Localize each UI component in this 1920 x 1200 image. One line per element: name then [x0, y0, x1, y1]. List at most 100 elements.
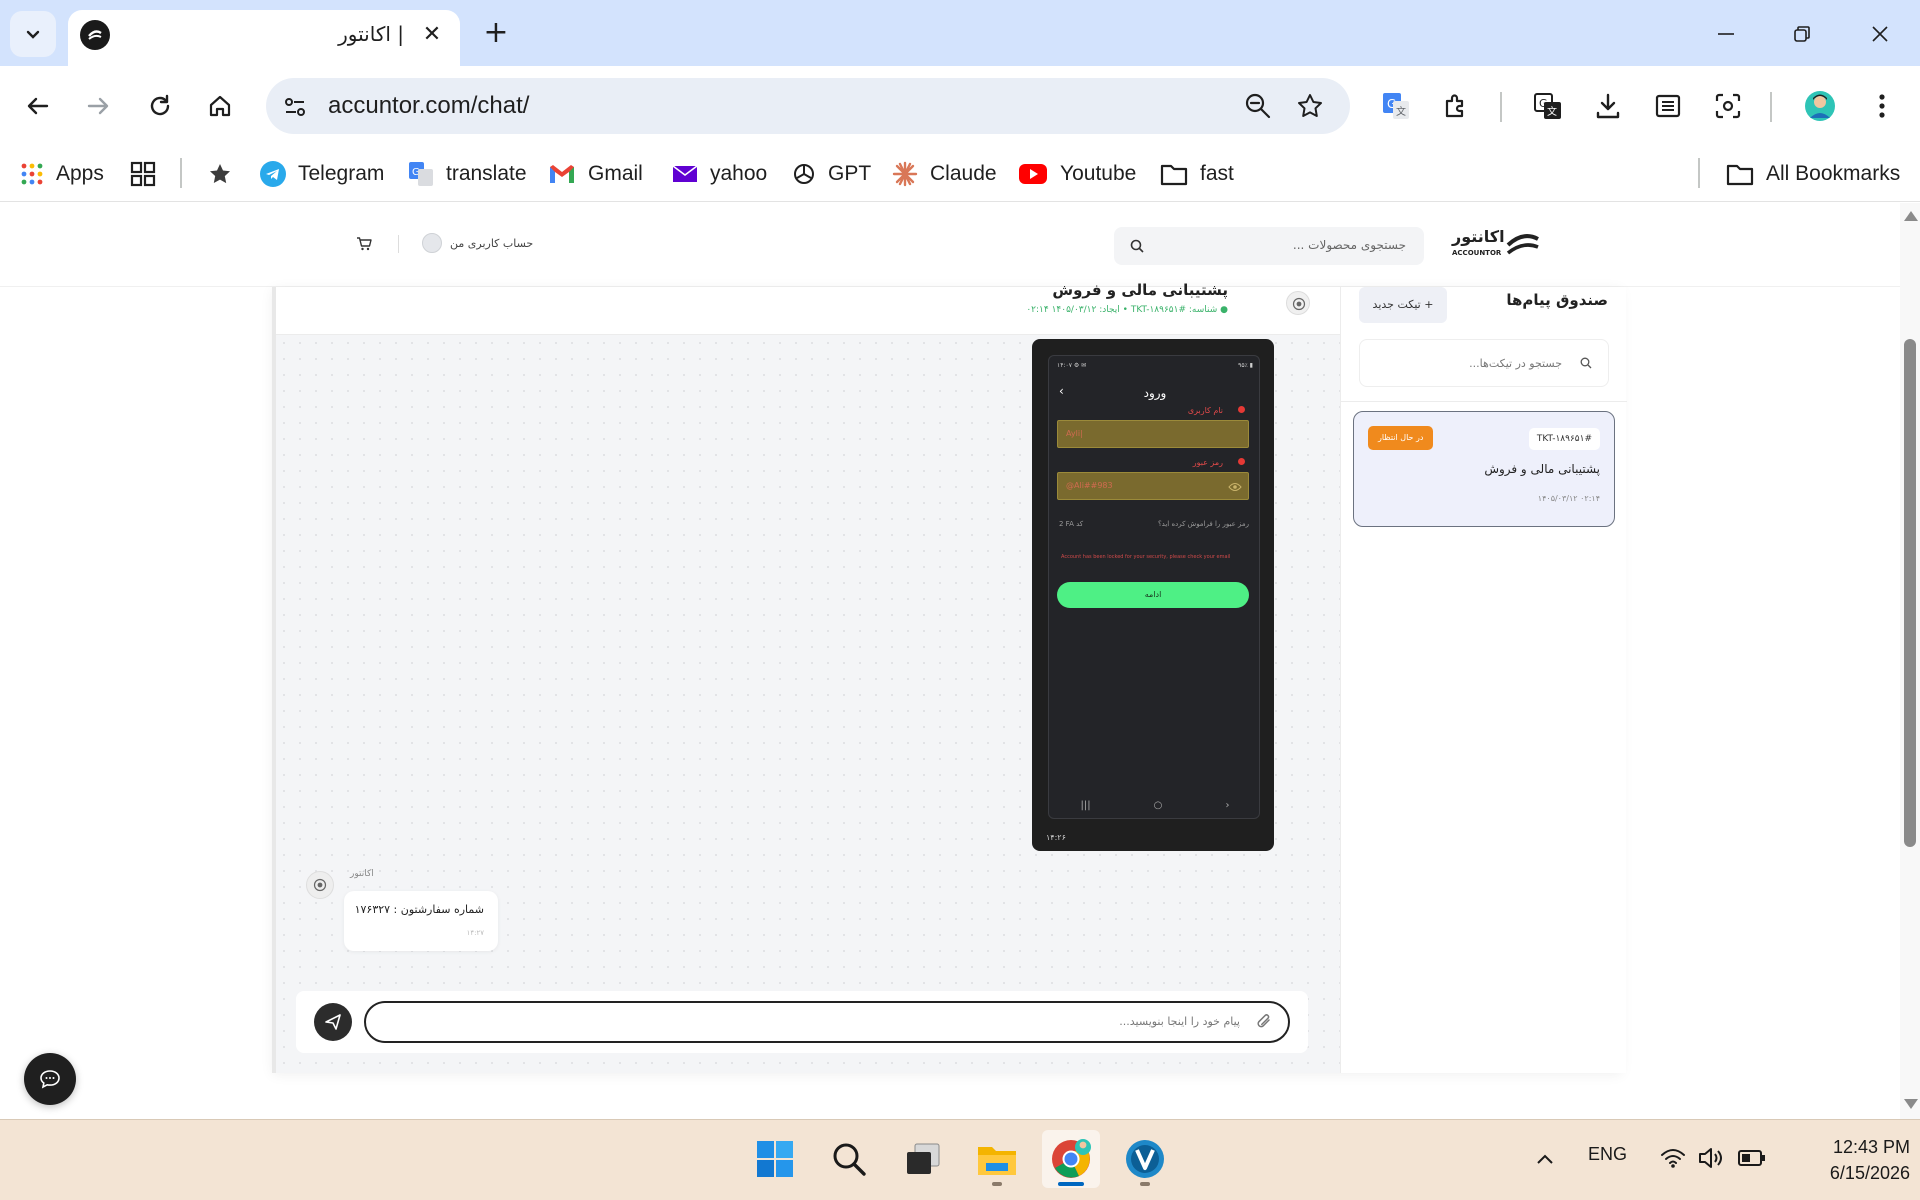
ticket-search-placeholder: جستجو در تیکت‌ها...	[1469, 357, 1562, 370]
message-composer: پیام خود را اینجا بنویسید...	[296, 991, 1308, 1053]
bookmark-translate[interactable]: G translate	[408, 156, 527, 192]
phone-continue-button: ادامه	[1057, 582, 1249, 608]
reading-list-icon	[1655, 94, 1681, 118]
ticket-id: TKT-۱۸۹۶۵۱#	[1528, 428, 1600, 450]
bookmark-apps[interactable]: Apps	[20, 156, 104, 192]
bookmark-folder-fast[interactable]: fast	[1160, 156, 1234, 192]
chrome-menu-button[interactable]	[1862, 86, 1902, 126]
ticket-subject: پشتیبانی مالی و فروش	[1484, 462, 1600, 476]
scroll-down-arrow-icon[interactable]	[1904, 1099, 1918, 1109]
chrome-taskbar-button[interactable]	[1042, 1130, 1100, 1188]
taskbar-search-button[interactable]	[820, 1130, 878, 1188]
floating-chat-button[interactable]	[24, 1053, 76, 1105]
chat-title: پشتیبانی مالی و فروش	[1052, 281, 1228, 299]
show-hidden-icons-chevron-icon[interactable]	[1536, 1152, 1554, 1166]
bookmark-star-icon[interactable]	[1296, 92, 1324, 120]
chat-bubble-icon	[40, 1070, 60, 1089]
phone-status-bar: ۱۴:۰۷ ⚙ ✉ ۹۵٪ ▮	[1057, 362, 1253, 372]
profile-button[interactable]	[1800, 86, 1840, 126]
svg-text:文: 文	[1396, 105, 1406, 118]
site-info-icon[interactable]	[282, 94, 308, 120]
account-menu[interactable]: حساب کاربری من	[422, 233, 533, 253]
bookmark-yahoo[interactable]: yahoo	[672, 156, 767, 192]
lens-button[interactable]	[1708, 86, 1748, 126]
tab-search-button[interactable]	[10, 11, 56, 57]
all-bookmarks-button[interactable]: All Bookmarks	[1726, 156, 1900, 192]
google-translate-extension[interactable]: G文	[1376, 86, 1416, 126]
start-button[interactable]	[746, 1130, 804, 1188]
folder-icon	[1160, 164, 1188, 186]
home-icon	[209, 95, 231, 117]
site-logo[interactable]: اکانتور ACCOUNTOR	[1450, 225, 1540, 265]
reload-button[interactable]	[140, 86, 180, 126]
home-circle-icon: ○	[1153, 800, 1163, 811]
send-button[interactable]	[314, 1003, 352, 1041]
url-text[interactable]: accuntor.com/chat/	[328, 92, 529, 120]
battery-icon[interactable]	[1738, 1148, 1766, 1168]
arrow-right-icon	[87, 97, 109, 115]
system-clock[interactable]: 12:43 PM 6/15/2026	[1770, 1134, 1910, 1186]
message-input[interactable]: پیام خود را اینجا بنویسید...	[364, 1001, 1290, 1043]
volume-icon[interactable]	[1698, 1146, 1724, 1170]
header-divider	[398, 235, 399, 253]
phone-status-left: ۱۴:۰۷ ⚙ ✉	[1057, 362, 1087, 369]
app-v-taskbar-button[interactable]	[1116, 1130, 1174, 1188]
address-bar[interactable]: accuntor.com/chat/	[266, 78, 1350, 134]
scroll-up-arrow-icon[interactable]	[1904, 211, 1918, 221]
wifi-icon[interactable]	[1660, 1146, 1686, 1170]
send-icon	[325, 1014, 341, 1030]
restore-button[interactable]	[1780, 14, 1824, 54]
ticket-search-input[interactable]: جستجو در تیکت‌ها...	[1359, 339, 1609, 387]
downloads-button[interactable]	[1588, 86, 1628, 126]
scrollbar-thumb[interactable]	[1904, 339, 1916, 847]
minimize-button[interactable]	[1704, 14, 1748, 54]
bookmark-telegram[interactable]: Telegram	[260, 156, 384, 192]
browser-tab-active[interactable]: | اکانتور ✕	[68, 10, 460, 66]
account-avatar-icon	[422, 233, 442, 253]
tab-title: | اکانتور	[338, 22, 404, 46]
restore-icon	[1794, 26, 1810, 42]
file-explorer-button[interactable]	[968, 1130, 1026, 1188]
translate-page-button[interactable]: G文	[1528, 86, 1568, 126]
cart-icon[interactable]	[356, 237, 372, 251]
phone-username-value: Ayli|	[1066, 429, 1083, 438]
bookmark-label: translate	[446, 162, 527, 185]
page-scrollbar[interactable]	[1900, 203, 1920, 1119]
forward-button[interactable]	[78, 86, 118, 126]
home-button[interactable]	[200, 86, 240, 126]
input-language[interactable]: ENG	[1588, 1144, 1627, 1165]
bot-message-time: ۱۴:۲۷	[466, 929, 484, 937]
download-icon	[1596, 93, 1620, 119]
google-translate-icon: G文	[1383, 93, 1409, 119]
bookmark-star[interactable]	[208, 156, 232, 192]
close-window-button[interactable]	[1858, 14, 1902, 54]
new-ticket-button[interactable]: + تیکت جدید	[1359, 287, 1447, 323]
zoom-icon[interactable]	[1244, 92, 1272, 120]
site-search-input[interactable]: جستجوی محصولات ...	[1114, 227, 1424, 265]
back-button[interactable]	[18, 86, 58, 126]
brand-name: اکانتور	[1452, 227, 1505, 246]
error-dot-icon	[1238, 458, 1245, 465]
image-message[interactable]: ۱۴:۰۷ ⚙ ✉ ۹۵٪ ▮ ‹ ورود نام کاربری Ayli| …	[1032, 339, 1274, 851]
bookmark-youtube[interactable]: Youtube	[1018, 156, 1136, 192]
bookmark-gpt[interactable]: GPT	[792, 156, 871, 192]
new-tab-button[interactable]: +	[478, 14, 514, 50]
phone-password-value: @Ali##983	[1066, 481, 1113, 490]
reading-list-button[interactable]	[1648, 86, 1688, 126]
puzzle-icon	[1445, 94, 1464, 118]
attach-paperclip-icon[interactable]	[1254, 1012, 1274, 1032]
bookmark-gmail[interactable]: Gmail	[548, 156, 643, 192]
task-view-button[interactable]	[894, 1130, 952, 1188]
ticket-list-item[interactable]: TKT-۱۸۹۶۵۱# در حال انتظار پشتیبانی مالی …	[1353, 411, 1615, 527]
tab-close-button[interactable]: ✕	[418, 20, 446, 48]
bookmark-tab-groups[interactable]	[130, 156, 156, 192]
google-translate-icon: G	[409, 162, 433, 186]
phone-forgot-link: رمز عبور را فراموش کرده اید؟	[1157, 520, 1249, 528]
support-chat-panel: پشتیبانی مالی و فروش ● شناسه: TKT-۱۸۹۶۵۱…	[272, 281, 1627, 1073]
all-bookmarks-label: All Bookmarks	[1766, 162, 1901, 185]
phone-2fa-label: 2 FA کد	[1059, 520, 1084, 528]
bookmark-label: Youtube	[1060, 162, 1137, 185]
running-indicator	[992, 1182, 1002, 1186]
bookmark-claude[interactable]: Claude	[892, 156, 997, 192]
extensions-button[interactable]	[1436, 86, 1476, 126]
